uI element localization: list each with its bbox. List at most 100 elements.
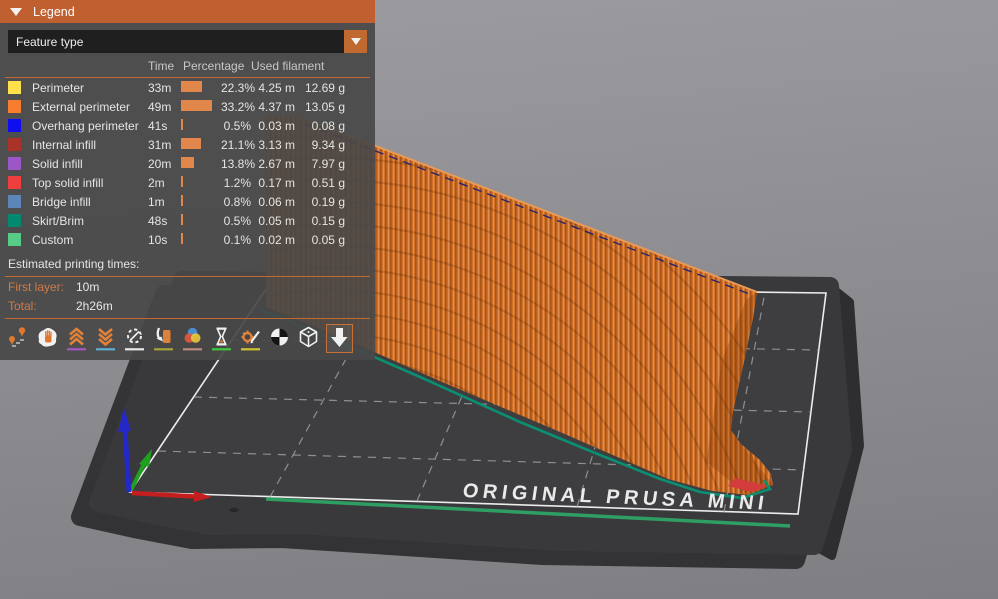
feature-length: 0.03 m <box>258 118 295 133</box>
feature-swatch <box>8 176 21 189</box>
feature-time: 20m <box>148 156 172 171</box>
pause-prints-icon[interactable] <box>210 325 233 352</box>
feature-time: 49m <box>148 99 172 114</box>
feature-rows: Perimeter 33m 22.3% 4.25 m 12.69 g Exter… <box>0 78 375 249</box>
feature-row: Internal infill 31m 21.1% 3.13 m 9.34 g <box>0 135 375 154</box>
feature-row: Overhang perimeter 41s 0.5% 0.03 m 0.08 … <box>0 116 375 135</box>
feature-label: Bridge infill <box>32 194 91 209</box>
feature-percent: 22.3% <box>221 80 256 95</box>
feature-label: External perimeter <box>32 99 131 114</box>
column-header-used-filament: Used filament <box>251 58 325 73</box>
toggle-legend-icon[interactable] <box>326 324 353 353</box>
center-of-gravity-icon[interactable] <box>268 325 291 352</box>
percent-bar <box>181 194 183 206</box>
feature-swatch <box>8 233 21 246</box>
feature-length: 0.05 m <box>258 213 295 228</box>
wipe-icon[interactable] <box>36 325 59 352</box>
feature-row: External perimeter 49m 33.2% 4.37 m 13.0… <box>0 97 375 116</box>
first-layer-label: First layer: <box>8 279 65 294</box>
percent-bar <box>181 232 183 244</box>
feature-weight: 0.19 g <box>311 194 345 209</box>
view-type-dropdown-button[interactable] <box>344 30 367 53</box>
feature-swatch <box>8 138 21 151</box>
legend-panel: Legend Feature type Time Percentage Used… <box>0 0 375 360</box>
color-changes-icon[interactable] <box>181 325 204 352</box>
percent-bar <box>181 80 202 92</box>
feature-percent: 0.5% <box>223 118 251 133</box>
feature-row: Skirt/Brim 48s 0.5% 0.05 m 0.15 g <box>0 211 375 230</box>
feature-weight: 0.05 g <box>311 232 345 247</box>
total-time-row: Total: 2h26m <box>0 296 375 315</box>
legend-title: Legend <box>33 4 75 19</box>
bed-screw-hole <box>229 507 239 513</box>
feature-time: 41s <box>148 118 168 133</box>
shells-icon[interactable] <box>297 325 320 352</box>
feature-weight: 7.97 g <box>311 156 345 171</box>
deretractions-icon[interactable] <box>94 325 117 352</box>
percent-bar <box>181 156 194 168</box>
feature-percent: 0.1% <box>223 232 251 247</box>
feature-time: 1m <box>148 194 165 209</box>
feature-row: Top solid infill 2m 1.2% 0.17 m 0.51 g <box>0 173 375 192</box>
tool-changes-icon[interactable] <box>152 325 175 352</box>
feature-swatch <box>8 195 21 208</box>
feature-percent: 0.5% <box>223 213 251 228</box>
percent-bar <box>181 118 183 130</box>
percent-bar <box>181 137 201 149</box>
travels-icon[interactable] <box>7 325 30 352</box>
feature-percent: 13.8% <box>221 156 256 171</box>
first-layer-value: 10m <box>76 279 100 294</box>
feature-label: Solid infill <box>32 156 83 171</box>
feature-weight: 0.08 g <box>311 118 345 133</box>
feature-row: Bridge infill 1m 0.8% 0.06 m 0.19 g <box>0 192 375 211</box>
feature-time: 2m <box>148 175 165 190</box>
feature-label: Top solid infill <box>32 175 104 190</box>
feature-length: 3.13 m <box>258 137 295 152</box>
feature-label: Perimeter <box>32 80 85 95</box>
first-layer-row: First layer: 10m <box>0 277 375 296</box>
feature-length: 0.17 m <box>258 175 295 190</box>
gcode-viewer-window: ORIGINAL PRUSA MINI Legend Feature type … <box>0 0 998 599</box>
estimated-times-title: Estimated printing times: <box>8 257 140 271</box>
feature-length: 4.25 m <box>258 80 295 95</box>
feature-weight: 13.05 g <box>304 99 345 114</box>
legend-column-headers: Time Percentage Used filament <box>0 57 375 74</box>
chevron-down-icon <box>350 38 361 45</box>
feature-label: Overhang perimeter <box>32 118 139 133</box>
feature-length: 2.67 m <box>258 156 295 171</box>
feature-label: Skirt/Brim <box>32 213 84 228</box>
feature-weight: 9.34 g <box>311 137 345 152</box>
feature-swatch <box>8 100 21 113</box>
feature-label: Custom <box>32 232 74 247</box>
column-header-percentage: Percentage <box>183 58 245 73</box>
feature-weight: 0.15 g <box>311 213 345 228</box>
feature-time: 10s <box>148 232 168 247</box>
feature-length: 4.37 m <box>258 99 295 114</box>
total-time-label: Total: <box>8 298 37 313</box>
feature-row: Perimeter 33m 22.3% 4.25 m 12.69 g <box>0 78 375 97</box>
seams-icon[interactable] <box>123 325 146 352</box>
feature-time: 48s <box>148 213 168 228</box>
feature-percent: 21.1% <box>221 137 256 152</box>
feature-swatch <box>8 214 21 227</box>
collapse-triangle-icon[interactable] <box>10 7 22 16</box>
view-type-value: Feature type <box>16 34 84 49</box>
legend-header[interactable]: Legend <box>0 0 375 23</box>
feature-swatch <box>8 81 21 94</box>
feature-label: Internal infill <box>32 137 97 152</box>
feature-length: 0.06 m <box>258 194 295 209</box>
column-header-time: Time <box>148 58 175 73</box>
feature-swatch <box>8 157 21 170</box>
feature-percent: 33.2% <box>221 99 256 114</box>
feature-time: 33m <box>148 80 172 95</box>
feature-weight: 0.51 g <box>311 175 345 190</box>
retractions-icon[interactable] <box>65 325 88 352</box>
feature-percent: 0.8% <box>223 194 251 209</box>
feature-weight: 12.69 g <box>304 80 345 95</box>
feature-percent: 1.2% <box>223 175 251 190</box>
custom-gcodes-icon[interactable] <box>239 325 262 352</box>
total-time-value: 2h26m <box>76 298 113 313</box>
percent-bar <box>181 175 183 187</box>
view-type-dropdown[interactable]: Feature type <box>8 30 367 53</box>
feature-time: 31m <box>148 137 172 152</box>
